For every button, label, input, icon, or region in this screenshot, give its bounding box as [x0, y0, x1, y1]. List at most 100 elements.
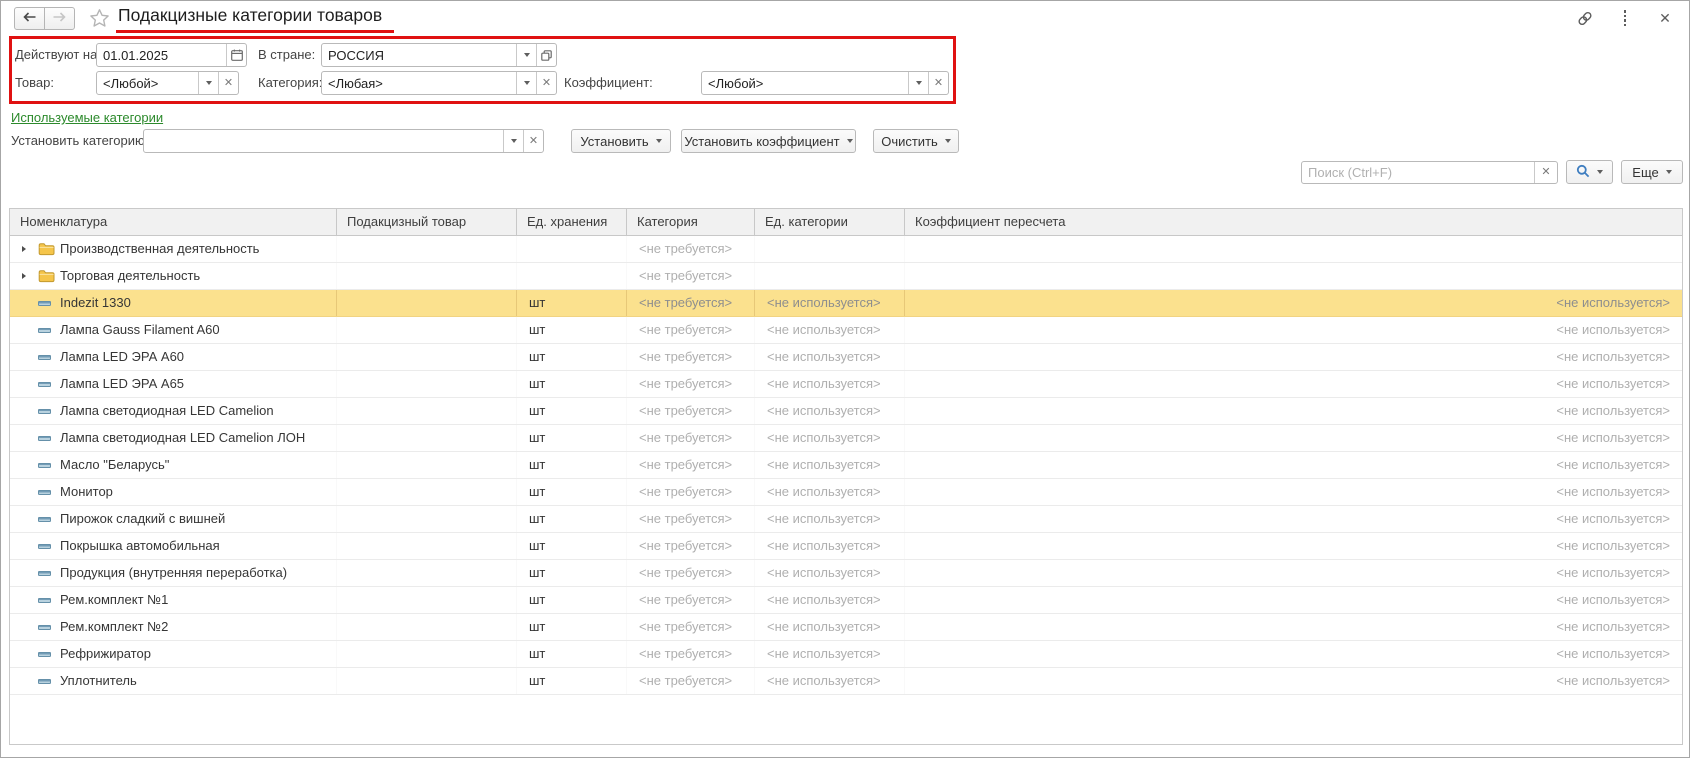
item-icon-zone — [38, 651, 60, 657]
table-row[interactable]: Лампа Gauss Filament A60 шт <не требуется>… — [10, 317, 1682, 344]
date-field-group — [96, 43, 247, 67]
dropdown-arrow-icon — [1665, 170, 1672, 174]
table-row[interactable]: Рефрижиратор шт <не требуется> <не использу… — [10, 641, 1682, 668]
cell-category-unit — [755, 236, 905, 262]
link-icon[interactable] — [1577, 10, 1593, 26]
table-row[interactable]: Продукция (внутренняя переработка) шт <не … — [10, 560, 1682, 587]
x-glyph: ✕ — [1541, 166, 1551, 178]
x-glyph: ✕ — [541, 76, 552, 89]
table-row[interactable]: Уплотнитель шт <не требуется> <не используе… — [10, 668, 1682, 695]
set-coefficient-button[interactable]: Установить коэффициент — [681, 129, 856, 153]
table-row[interactable]: Лампа светодиодная LED Camelion шт <не тре… — [10, 398, 1682, 425]
cell-category-unit: <не используется> — [755, 641, 905, 667]
cell-coefficient: <не используется> — [1556, 349, 1670, 364]
cell-unit: шт — [517, 479, 627, 505]
used-categories-link[interactable]: Используемые категории — [11, 110, 163, 125]
coefficient-field-group: ✕ — [701, 71, 949, 95]
cell-coefficient: <не используется> — [1556, 592, 1670, 607]
open-picker-icon[interactable] — [536, 44, 556, 66]
cell-unit: шт — [517, 506, 627, 532]
history-nav-group — [14, 7, 75, 30]
clear-x-icon[interactable]: ✕ — [928, 72, 948, 94]
column-header[interactable]: Коэффициент пересчета — [905, 209, 1682, 235]
cell-category: <не требуется> — [627, 668, 755, 694]
table-row[interactable]: Indezit 1330 шт <не требуется> <не использу… — [10, 290, 1682, 317]
item-dash-icon — [38, 462, 51, 468]
date-input[interactable] — [97, 44, 226, 66]
table-row[interactable]: Лампа светодиодная LED Camelion ЛОН шт <не… — [10, 425, 1682, 452]
cell-coefficient — [905, 263, 1682, 289]
set-category-label: Установить категорию: — [11, 133, 149, 148]
cell-category-unit: <не используется> — [755, 560, 905, 586]
product-input[interactable] — [97, 72, 198, 94]
set-button[interactable]: Установить — [571, 129, 671, 153]
coefficient-input[interactable] — [702, 72, 908, 94]
cell-unit: шт — [517, 560, 627, 586]
table-row[interactable]: Пирожок сладкий с вишней шт <не требуется>… — [10, 506, 1682, 533]
cell-category: <не требуется> — [627, 641, 755, 667]
table-row-group[interactable]: Производственная деятельность <не требует… — [10, 236, 1682, 263]
column-header[interactable]: Подакцизный товар — [337, 209, 517, 235]
search-button[interactable] — [1566, 160, 1613, 184]
set-category-input[interactable] — [144, 130, 503, 152]
table-row[interactable]: Лампа LED ЭРА А65 шт <не требуется> <не исп… — [10, 371, 1682, 398]
column-header[interactable]: Категория — [627, 209, 755, 235]
x-glyph: ✕ — [933, 76, 944, 89]
set-category-field-group: ✕ — [143, 129, 544, 153]
dropdown-arrow-icon[interactable] — [503, 130, 523, 152]
expand-triangle-icon[interactable] — [22, 246, 26, 252]
dropdown-arrow-icon — [1597, 170, 1603, 174]
close-icon[interactable]: ✕ — [1657, 10, 1673, 26]
search-input[interactable] — [1302, 162, 1534, 183]
dropdown-arrow-icon[interactable] — [516, 72, 536, 94]
table-row[interactable]: Лампа LED ЭРА А60 шт <не требуется> <не исп… — [10, 344, 1682, 371]
dropdown-arrow-icon[interactable] — [198, 72, 218, 94]
column-header[interactable]: Номенклатура — [10, 209, 337, 235]
table-row-group[interactable]: Торговая деятельность <не требуется> — [10, 263, 1682, 290]
table-row[interactable]: Монитор шт <не требуется> <не используется>… — [10, 479, 1682, 506]
cell-unit: шт — [517, 668, 627, 694]
back-button[interactable] — [14, 7, 45, 30]
column-header[interactable]: Ед. категории — [755, 209, 905, 235]
cell-category: <не требуется> — [627, 425, 755, 451]
table-row[interactable]: Покрышка автомобильная шт <не требуется> <н… — [10, 533, 1682, 560]
table-row[interactable]: Рем.комплект №2 шт <не требуется> <не испол… — [10, 614, 1682, 641]
cell-coefficient: <не используется> — [1556, 484, 1670, 499]
expand-triangle-icon[interactable] — [22, 273, 26, 279]
cell-coefficient: <не используется> — [1556, 295, 1670, 310]
annotation-title-underline — [116, 30, 394, 33]
country-input[interactable] — [322, 44, 516, 66]
category-input[interactable] — [322, 72, 516, 94]
table-row[interactable]: Рем.комплект №1 шт <не требуется> <не испол… — [10, 587, 1682, 614]
more-button[interactable]: Еще — [1621, 160, 1683, 184]
page-title: Подакцизные категории товаров — [118, 5, 383, 25]
cell-category: <не требуется> — [627, 263, 755, 289]
filters-panel-annotation: Действуют на: В стране: Товар: ✕ Категор… — [9, 36, 956, 104]
calendar-icon[interactable] — [226, 44, 246, 66]
item-icon-zone — [38, 678, 60, 684]
clear-x-icon[interactable]: ✕ — [218, 72, 238, 94]
triangle-glyph — [523, 53, 530, 57]
item-dash-icon — [38, 327, 51, 333]
column-header[interactable]: Ед. хранения — [517, 209, 627, 235]
table-row[interactable]: Масло "Беларусь" шт <не требуется> <не испо… — [10, 452, 1682, 479]
cell-unit: шт — [517, 344, 627, 370]
cell-category: <не требуется> — [627, 533, 755, 559]
clear-button[interactable]: Очистить — [873, 129, 959, 153]
cell-category-unit: <не используется> — [755, 344, 905, 370]
row-name: Indezit 1330 — [60, 295, 131, 310]
favorites-star-icon[interactable] — [89, 8, 110, 31]
row-name: Рефрижиратор — [60, 646, 151, 661]
clear-x-icon[interactable]: ✕ — [536, 72, 556, 94]
clear-x-icon[interactable]: ✕ — [523, 130, 543, 152]
dropdown-arrow-icon[interactable] — [908, 72, 928, 94]
item-dash-icon — [38, 354, 51, 360]
cell-excise — [337, 641, 517, 667]
forward-button[interactable] — [44, 7, 75, 30]
search-field-group: ✕ — [1301, 161, 1558, 184]
cell-excise — [337, 668, 517, 694]
dropdown-arrow-icon[interactable] — [516, 44, 536, 66]
table-header-row: Номенклатура Подакцизный товар Ед. хранени… — [10, 209, 1682, 236]
clear-x-icon[interactable]: ✕ — [1534, 162, 1557, 183]
more-menu-dots-icon[interactable] — [1617, 10, 1633, 26]
